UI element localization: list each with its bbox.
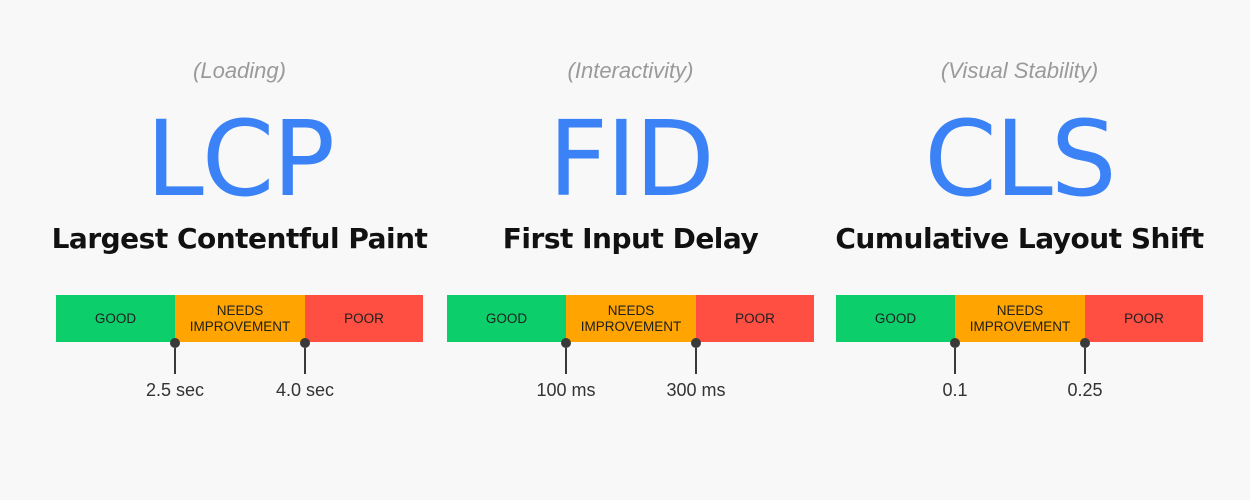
threshold-marker (170, 338, 180, 374)
segment-poor: POOR (305, 295, 423, 342)
segment-good: GOOD (56, 295, 175, 342)
segment-good: GOOD (447, 295, 566, 342)
threshold-bar: GOOD NEEDS IMPROVEMENT POOR (447, 295, 814, 342)
threshold-label: 0.25 (1067, 380, 1103, 400)
metric-name: Cumulative Layout Shift (835, 222, 1204, 255)
threshold-label: 100 ms (536, 380, 596, 400)
threshold-marker (561, 338, 571, 374)
segment-poor: POOR (696, 295, 814, 342)
threshold-label: 2.5 sec (145, 380, 205, 400)
metric-category: (Interactivity) (567, 58, 694, 83)
threshold-marker (1080, 338, 1090, 374)
metric-category: (Visual Stability) (940, 58, 1099, 83)
metric-fid: (Interactivity) FID First Input Delay GO… (447, 0, 814, 500)
threshold-marker (691, 338, 701, 374)
segment-needs-improvement: NEEDS IMPROVEMENT (955, 295, 1085, 342)
segment-needs-improvement: NEEDS IMPROVEMENT (566, 295, 696, 342)
threshold-label: 4.0 sec (275, 380, 335, 400)
threshold-label: 0.1 (942, 380, 968, 400)
segment-needs-improvement: NEEDS IMPROVEMENT (175, 295, 305, 342)
threshold-label: 300 ms (666, 380, 726, 400)
metric-category: (Loading) (193, 58, 286, 83)
segment-good: GOOD (836, 295, 955, 342)
threshold-bar: GOOD NEEDS IMPROVEMENT POOR (56, 295, 423, 342)
metric-lcp: (Loading) LCP Largest Contentful Paint G… (52, 0, 428, 500)
metric-abbreviation: CLS (924, 98, 1117, 220)
threshold-marker (950, 338, 960, 374)
metric-cls: (Visual Stability) CLS Cumulative Layout… (835, 0, 1204, 500)
threshold-bar: GOOD NEEDS IMPROVEMENT POOR (836, 295, 1203, 342)
threshold-marker (300, 338, 310, 374)
segment-poor: POOR (1085, 295, 1203, 342)
